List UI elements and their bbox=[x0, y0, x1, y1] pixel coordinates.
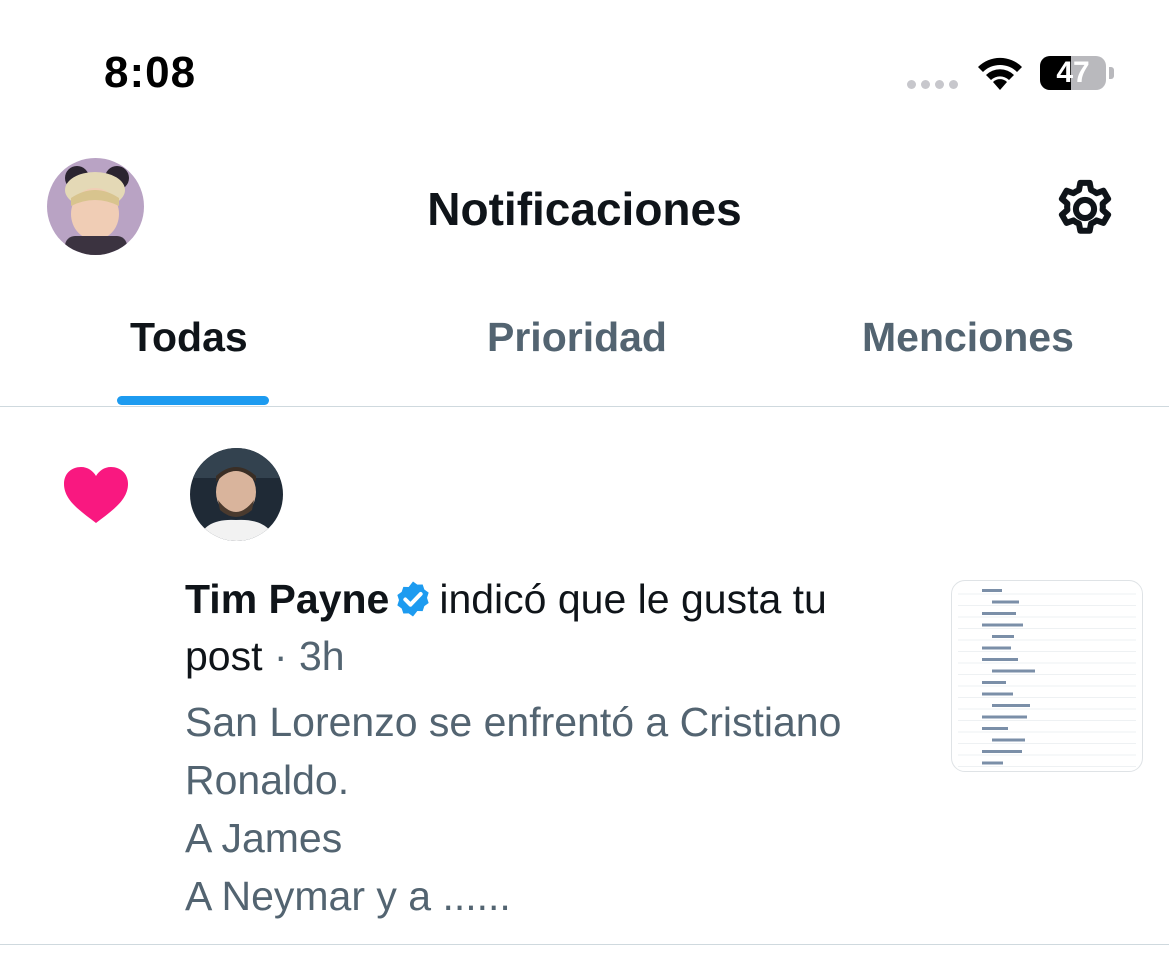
thumbnail-text-line bbox=[992, 704, 1030, 707]
gear-icon[interactable] bbox=[1052, 176, 1118, 242]
thumbnail-text-line bbox=[992, 738, 1025, 742]
page-title: Notificaciones bbox=[427, 183, 742, 235]
notification-tabs: Todas Prioridad Menciones bbox=[0, 290, 1169, 407]
thumbnail-text-line bbox=[982, 692, 1013, 696]
user-avatar[interactable] bbox=[190, 448, 283, 541]
notification-text: Tim Payne indicó que le gusta tu post · 3… bbox=[185, 571, 915, 685]
status-bar: 8:08 47 bbox=[0, 0, 1169, 140]
meta-separator: · bbox=[273, 633, 288, 679]
heart-icon bbox=[64, 467, 128, 523]
thumbnail-text-line bbox=[992, 635, 1014, 638]
thumbnail-text-line bbox=[992, 600, 1019, 604]
thumbnail-text-line bbox=[982, 658, 1018, 661]
notification-action: indicó que le gusta tu bbox=[439, 576, 827, 622]
verified-badge-icon bbox=[397, 581, 430, 617]
thumbnail-text-line bbox=[982, 646, 1011, 650]
tab-menciones[interactable]: Menciones bbox=[862, 314, 1074, 361]
status-time: 8:08 bbox=[104, 48, 197, 97]
user-name[interactable]: Tim Payne bbox=[185, 576, 389, 622]
thumbnail-text-line bbox=[982, 761, 1003, 765]
thumbnail-text-line bbox=[982, 623, 1023, 627]
thumbnail-text-line bbox=[982, 727, 1008, 730]
tab-todas[interactable]: Todas bbox=[130, 314, 248, 361]
notification-action-tail: post bbox=[185, 633, 263, 679]
battery-level: 47 bbox=[1056, 56, 1090, 89]
thumbnail-text-line bbox=[982, 589, 1002, 592]
wifi-icon bbox=[978, 57, 1022, 90]
time-ago: 3h bbox=[298, 633, 345, 679]
thumbnail-text-line bbox=[982, 612, 1016, 615]
header: Notificaciones bbox=[0, 140, 1169, 280]
cellular-signal-icon bbox=[907, 80, 959, 92]
post-excerpt: San Lorenzo se enfrentó a Cristiano Rona… bbox=[185, 699, 842, 919]
thumbnail-text-line bbox=[992, 669, 1035, 673]
thumbnail-text-line bbox=[982, 715, 1027, 719]
notification-item[interactable]: Tim Payne indicó que le gusta tu post · 3… bbox=[0, 407, 1169, 945]
thumbnail-text-line bbox=[982, 750, 1022, 753]
post-thumbnail[interactable] bbox=[951, 580, 1143, 772]
active-tab-indicator bbox=[117, 396, 269, 405]
tab-prioridad[interactable]: Prioridad bbox=[487, 314, 667, 361]
thumbnail-text-line bbox=[982, 681, 1006, 684]
battery-icon: 47 bbox=[1040, 56, 1118, 92]
